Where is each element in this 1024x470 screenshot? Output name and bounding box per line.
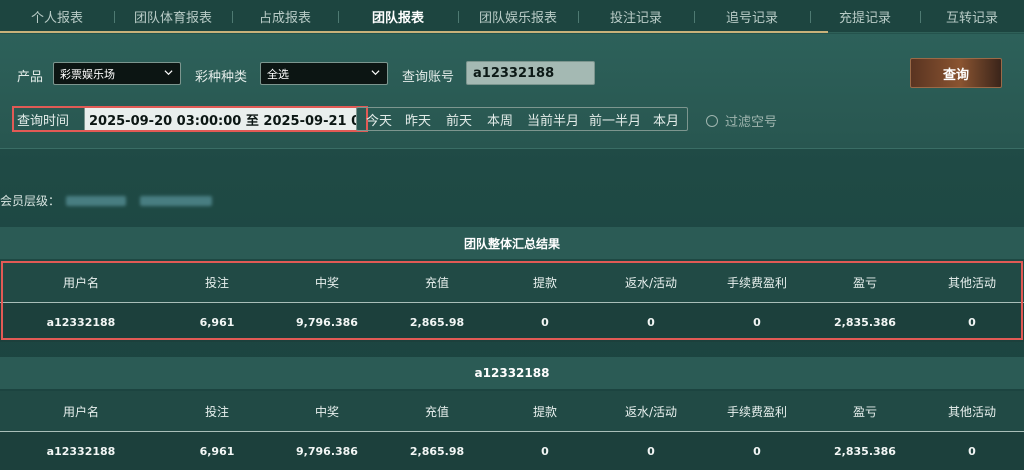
cell-withdraw: 0 [541,445,549,458]
quick-date-this-month[interactable]: 本月 [653,108,679,130]
chevron-down-icon [371,70,380,76]
query-button[interactable]: 查询 [910,58,1002,88]
summary-highlight [1,261,1023,340]
col-deposit: 充值 [424,404,449,419]
col-username: 用户名 [62,404,99,419]
member-level-redacted [66,195,127,206]
col-bet: 投注 [204,404,229,419]
tab-team-entertainment-report[interactable]: 团队娱乐报表 [458,0,578,33]
cell-profit-loss: 2,835.386 [834,445,896,458]
query-time-highlight [12,106,368,132]
cell-rebate-activity: 0 [647,445,655,458]
lottery-type-select-value: 全选 [267,67,289,81]
tab-personal-report[interactable]: 个人报表 [0,0,114,33]
product-select-value: 彩票娱乐场 [60,67,115,81]
lottery-type-select[interactable]: 全选 [260,62,388,85]
quick-date-previous-half-month[interactable]: 前一半月 [589,108,641,130]
lottery-type-label: 彩种种类 [195,70,248,85]
detail-title-bar: a12332188 [0,357,1024,389]
tab-underline [0,31,828,33]
member-level: 会员层级： [0,192,213,209]
filter-empty-label: 过滤空号 [725,115,778,130]
summary-title-bar: 团队整体汇总结果 [0,227,1024,259]
cell-other-activity: 0 [968,445,976,458]
filter-empty-toggle[interactable]: 过滤空号 [706,111,777,130]
col-win: 中奖 [314,404,339,419]
detail-table-header: 用户名 投注 中奖 充值 提款 返水/活动 手续费盈利 盈亏 其他活动 [0,391,1024,431]
detail-title: a12332188 [474,366,550,380]
chevron-down-icon [164,70,173,76]
col-withdraw: 提款 [532,404,557,419]
tab-deposit-withdraw-records[interactable]: 充提记录 [810,0,920,33]
product-select[interactable]: 彩票娱乐场 [53,62,181,85]
quick-date-day-before[interactable]: 前天 [446,108,472,130]
radio-unchecked-icon [706,114,718,127]
account-input[interactable]: a12332188 [466,61,595,85]
col-profit-loss: 盈亏 [852,404,877,419]
tab-team-report[interactable]: 团队报表 [338,0,458,33]
tab-bet-records[interactable]: 投注记录 [578,0,694,33]
table-row: a12332188 6,961 9,796.386 2,865.98 0 0 0… [0,431,1024,470]
quick-date-current-half-month[interactable]: 当前半月 [527,108,579,130]
tab-team-sports-report[interactable]: 团队体育报表 [114,0,232,33]
summary-title: 团队整体汇总结果 [463,236,560,251]
tab-chase-records[interactable]: 追号记录 [694,0,810,33]
team-report-page: 个人报表 团队体育报表 占成报表 团队报表 团队娱乐报表 投注记录 追号记录 充… [0,0,1024,470]
quick-date-this-week[interactable]: 本周 [487,108,513,130]
quick-date-yesterday[interactable]: 昨天 [405,108,431,130]
cell-username: a12332188 [46,445,116,458]
tab-transfer-records[interactable]: 互转记录 [920,0,1024,33]
cell-win: 9,796.386 [296,445,358,458]
detail-table: 用户名 投注 中奖 充值 提款 返水/活动 手续费盈利 盈亏 其他活动 a123… [0,391,1024,470]
col-rebate-activity: 返水/活动 [624,404,678,419]
col-fee-profit: 手续费盈利 [726,404,787,419]
member-level-label: 会员层级： [0,194,61,208]
member-level-redacted [140,195,213,206]
quick-date-today[interactable]: 今天 [366,108,392,130]
tab-share-report[interactable]: 占成报表 [232,0,338,33]
account-label: 查询账号 [402,70,455,85]
col-other-activity: 其他活动 [947,404,996,419]
product-label: 产品 [17,70,44,85]
cell-deposit: 2,865.98 [409,445,465,458]
cell-fee-profit: 0 [753,445,761,458]
report-tab-bar: 个人报表 团队体育报表 占成报表 团队报表 团队娱乐报表 投注记录 追号记录 充… [0,0,1024,33]
cell-bet: 6,961 [199,445,235,458]
